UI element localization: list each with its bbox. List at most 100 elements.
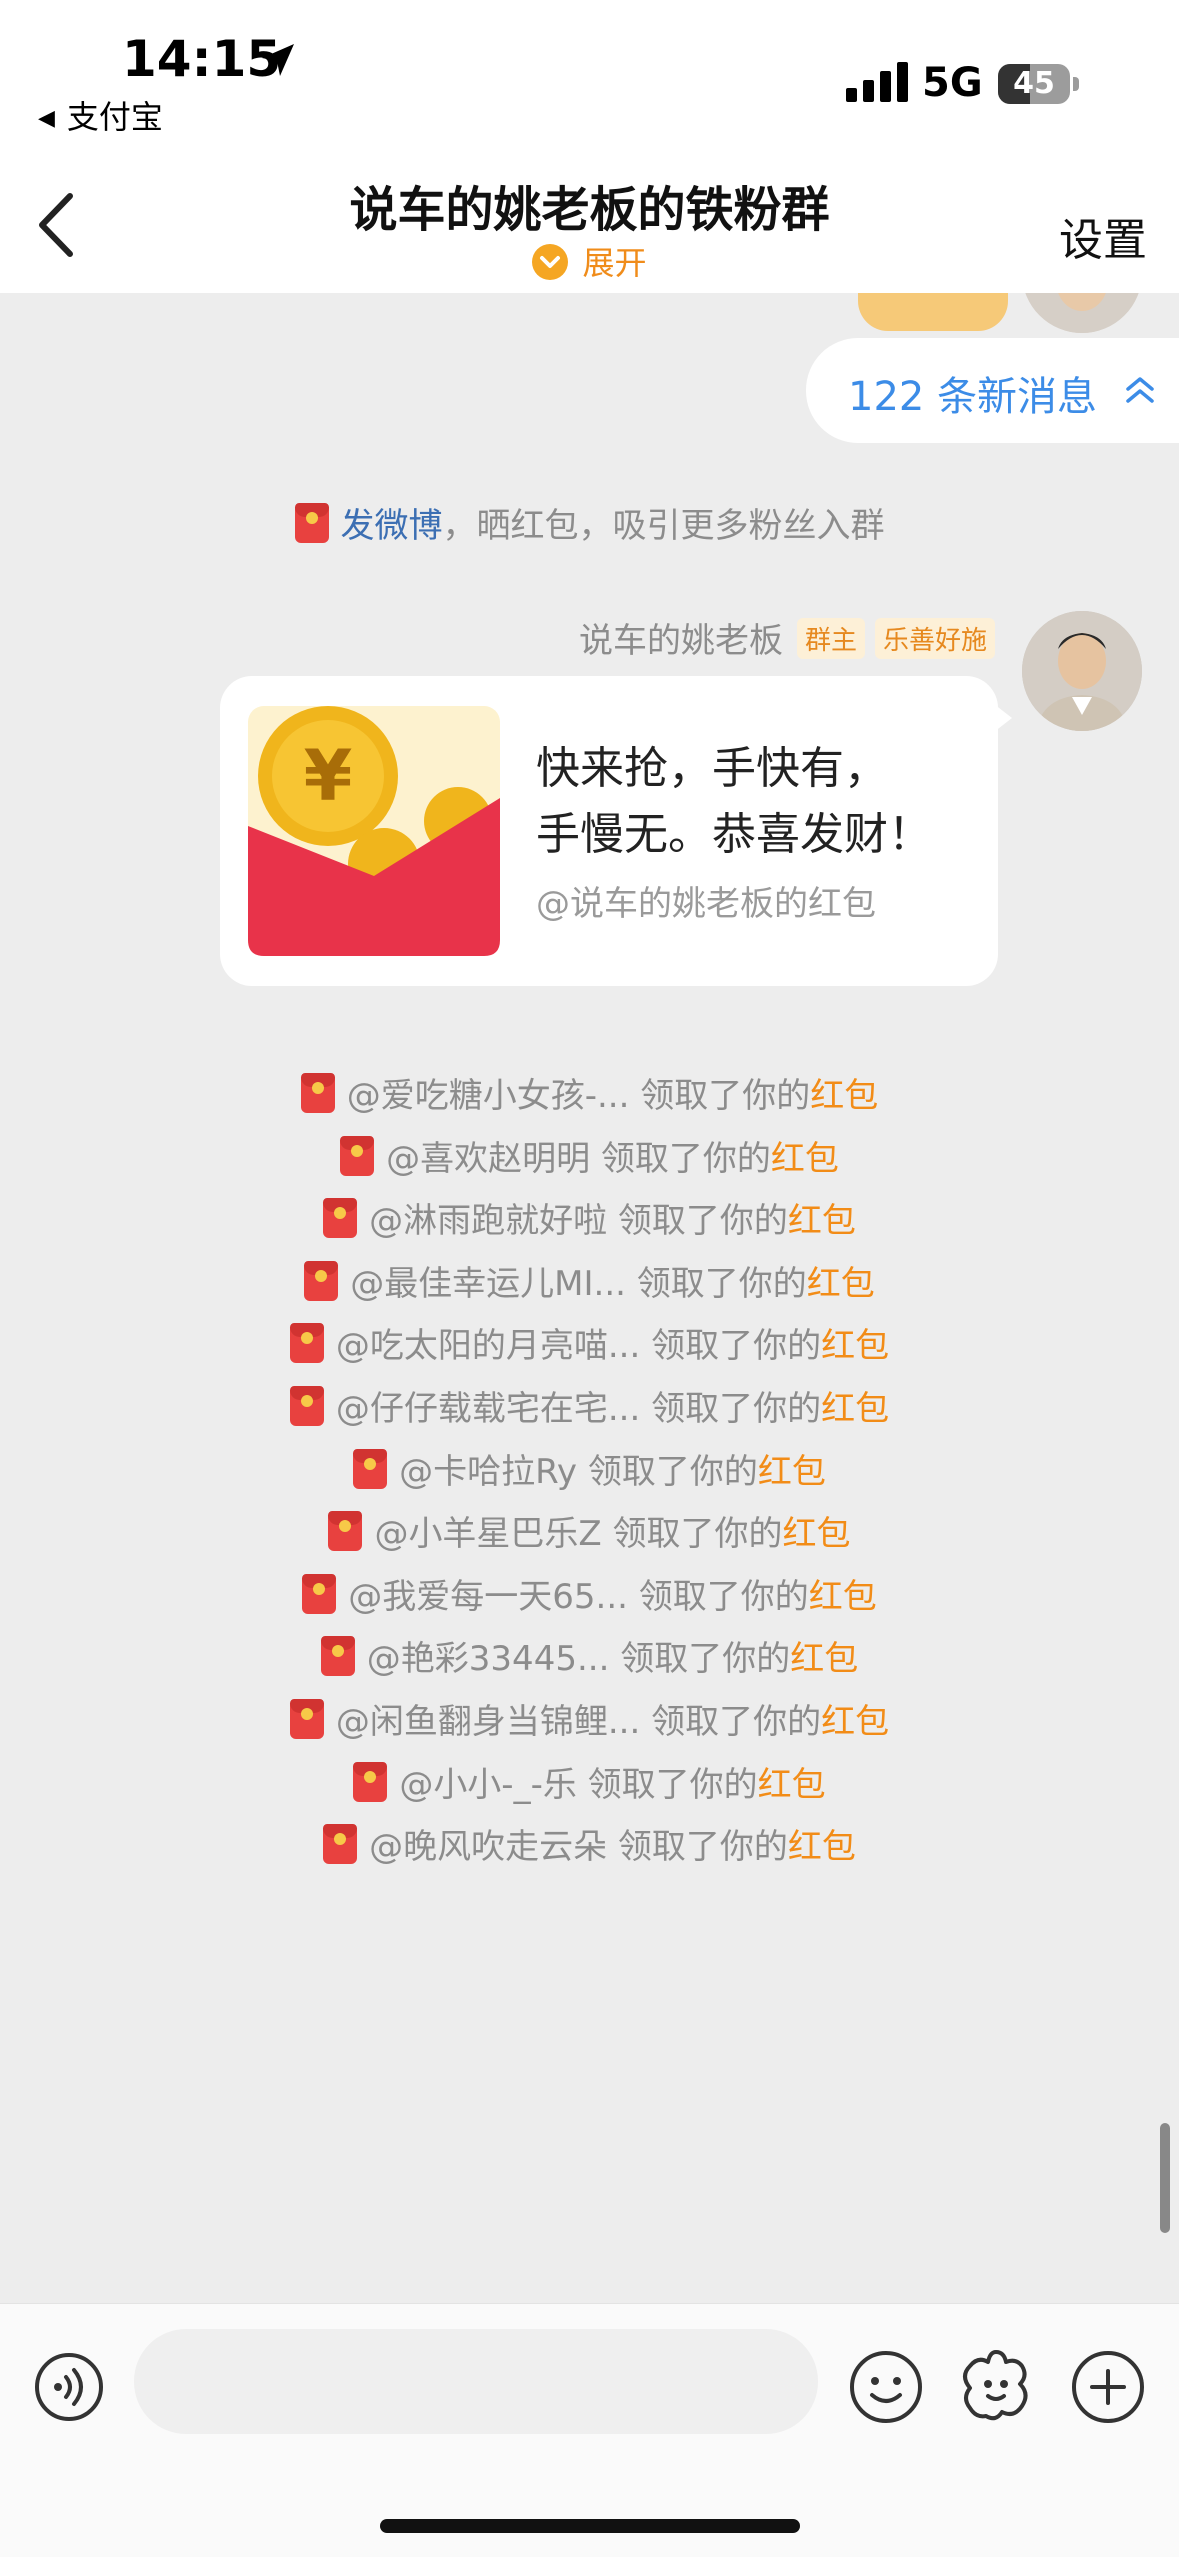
red-packet-link[interactable]: 红包 xyxy=(788,1201,856,1241)
back-triangle-icon: ◀ xyxy=(38,106,55,131)
battery-indicator: 45 xyxy=(998,64,1070,104)
expand-button[interactable]: 展开 xyxy=(0,238,1179,284)
red-packet-icon xyxy=(289,1386,324,1426)
back-app-label: 支付宝 xyxy=(66,98,163,136)
claimer-name[interactable]: @喜欢赵明明 xyxy=(386,1139,590,1179)
svg-text:¥: ¥ xyxy=(304,735,353,817)
claim-text: 领取了你的 xyxy=(651,1702,822,1742)
claim-text: 领取了你的 xyxy=(617,1827,788,1867)
claim-text: 领取了你的 xyxy=(612,1514,783,1554)
settings-button[interactable]: 设置 xyxy=(1059,204,1147,268)
network-type: 5G xyxy=(922,60,983,106)
red-packet-greeting: 快来抢，手快有， 手慢无。恭喜发财！ xyxy=(536,736,976,868)
post-weibo-link[interactable]: 发微博 xyxy=(341,506,443,546)
red-packet-link[interactable]: 红包 xyxy=(807,1264,875,1304)
claimer-name[interactable]: @卡哈拉Ry xyxy=(399,1452,577,1492)
message-input[interactable] xyxy=(134,2329,818,2434)
back-to-app-link[interactable]: ◀ 支付宝 xyxy=(38,92,163,138)
expand-label: 展开 xyxy=(582,244,647,282)
red-packet-message[interactable]: ¥ 快来抢，手快有， 手慢无。恭喜发财！ @说车的姚老板的红包 xyxy=(220,676,1012,986)
claim-notice: @爱吃糖小女孩-... 领取了你的红包 xyxy=(0,1068,1179,1117)
claimer-name[interactable]: @小羊星巴乐Z xyxy=(374,1514,601,1554)
group-title: 说车的姚老板的铁粉群 xyxy=(349,182,830,238)
claim-text: 领取了你的 xyxy=(651,1326,822,1366)
avatar[interactable] xyxy=(1022,293,1142,333)
claim-text: 领取了你的 xyxy=(636,1264,807,1304)
red-packet-icon xyxy=(340,1136,375,1176)
chat-area[interactable]: 122 条新消息 发微博，晒红包，吸引更多粉丝入群 说车的姚老板 群主 乐善好施 ¥ xyxy=(0,293,1179,2303)
red-envelope-icon: ¥ xyxy=(248,706,500,956)
system-notice: 发微博，晒红包，吸引更多粉丝入群 xyxy=(0,498,1179,547)
red-packet-link[interactable]: 红包 xyxy=(810,1076,878,1116)
claim-text: 领取了你的 xyxy=(587,1452,758,1492)
claim-notice: @卡哈拉Ry 领取了你的红包 xyxy=(0,1444,1179,1493)
claim-notice: @喜欢赵明明 领取了你的红包 xyxy=(0,1131,1179,1180)
claim-notice: @吃太阳的月亮喵... 领取了你的红包 xyxy=(0,1318,1179,1367)
new-messages-label: 122 条新消息 xyxy=(848,374,1098,420)
red-packet-link[interactable]: 红包 xyxy=(771,1139,839,1179)
signal-icon xyxy=(846,62,908,102)
red-packet-icon xyxy=(320,1636,355,1676)
title-badge: 乐善好施 xyxy=(874,618,995,659)
claim-text: 领取了你的 xyxy=(620,1639,791,1679)
claim-notice: @最佳幸运儿MI... 领取了你的红包 xyxy=(0,1256,1179,1305)
claim-notice: @我爱每一天65... 领取了你的红包 xyxy=(0,1569,1179,1618)
sticker-icon[interactable] xyxy=(956,2346,1036,2426)
claimer-name[interactable]: @晚风吹走云朵 xyxy=(369,1827,607,1867)
red-packet-icon xyxy=(300,1073,335,1113)
claim-notice: @小小-_-乐 领取了你的红包 xyxy=(0,1757,1179,1806)
claimer-name[interactable]: @最佳幸运儿MI... xyxy=(350,1264,626,1304)
red-packet-link[interactable]: 红包 xyxy=(821,1702,889,1742)
claim-text: 领取了你的 xyxy=(638,1577,809,1617)
plus-icon[interactable] xyxy=(1070,2349,1146,2425)
claim-notice: @晚风吹走云朵 领取了你的红包 xyxy=(0,1819,1179,1868)
red-packet-link[interactable]: 红包 xyxy=(790,1639,858,1679)
sender-name: 说车的姚老板 xyxy=(578,621,783,661)
input-bar xyxy=(0,2303,1179,2557)
owner-badge: 群主 xyxy=(796,618,865,659)
claim-notice: @闲鱼翻身当锦鲤... 领取了你的红包 xyxy=(0,1694,1179,1743)
sender-avatar[interactable] xyxy=(1022,611,1142,731)
claim-text: 领取了你的 xyxy=(600,1139,771,1179)
claim-text: 领取了你的 xyxy=(651,1389,822,1429)
home-indicator xyxy=(380,2519,800,2533)
claimer-name[interactable]: @小小-_-乐 xyxy=(399,1765,577,1805)
claimer-name[interactable]: @艳彩33445... xyxy=(367,1639,610,1679)
red-packet-icon xyxy=(302,1574,337,1614)
red-packet-icon xyxy=(289,1699,324,1739)
emoji-icon[interactable] xyxy=(848,2349,924,2425)
red-packet-icon xyxy=(304,1261,339,1301)
claim-text: 领取了你的 xyxy=(587,1765,758,1805)
system-notice-text: ，晒红包，吸引更多粉丝入群 xyxy=(442,506,885,546)
claim-notice: @小羊星巴乐Z 领取了你的红包 xyxy=(0,1506,1179,1555)
claimer-name[interactable]: @淋雨跑就好啦 xyxy=(369,1201,607,1241)
red-packet-link[interactable]: 红包 xyxy=(809,1577,877,1617)
red-packet-link[interactable]: 红包 xyxy=(758,1452,826,1492)
claimer-name[interactable]: @我爱每一天65... xyxy=(348,1577,628,1617)
red-packet-icon xyxy=(323,1198,358,1238)
claimer-name[interactable]: @吃太阳的月亮喵... xyxy=(336,1326,640,1366)
red-packet-icon xyxy=(323,1824,358,1864)
greeting-line-2: 手慢无。恭喜发财！ xyxy=(536,809,932,860)
claim-notice: @艳彩33445... 领取了你的红包 xyxy=(0,1631,1179,1680)
battery-level: 45 xyxy=(1013,66,1055,101)
claimer-name[interactable]: @爱吃糖小女孩-... xyxy=(347,1076,630,1116)
red-packet-icon xyxy=(289,1323,324,1363)
red-packet-link[interactable]: 红包 xyxy=(788,1827,856,1867)
claimer-name[interactable]: @仔仔载载宅在宅... xyxy=(336,1389,640,1429)
red-packet-link[interactable]: 红包 xyxy=(783,1514,851,1554)
sender-info: 说车的姚老板 群主 乐善好施 xyxy=(579,613,995,662)
red-packet-link[interactable]: 红包 xyxy=(821,1389,889,1429)
scrollbar[interactable] xyxy=(1160,2123,1170,2233)
claimer-name[interactable]: @闲鱼翻身当锦鲤... xyxy=(336,1702,640,1742)
greeting-line-1: 快来抢，手快有， xyxy=(536,743,888,794)
red-packet-subtitle: @说车的姚老板的红包 xyxy=(536,884,876,924)
red-packet-link[interactable]: 红包 xyxy=(758,1765,826,1805)
claim-notice: @仔仔载载宅在宅... 领取了你的红包 xyxy=(0,1381,1179,1430)
red-packet-icon xyxy=(353,1449,388,1489)
chat-header: 说车的姚老板的铁粉群 展开 设置 xyxy=(0,150,1179,293)
new-messages-button[interactable]: 122 条新消息 xyxy=(806,338,1179,443)
red-packet-link[interactable]: 红包 xyxy=(821,1326,889,1366)
red-packet-icon xyxy=(328,1511,363,1551)
voice-icon[interactable] xyxy=(34,2352,104,2422)
